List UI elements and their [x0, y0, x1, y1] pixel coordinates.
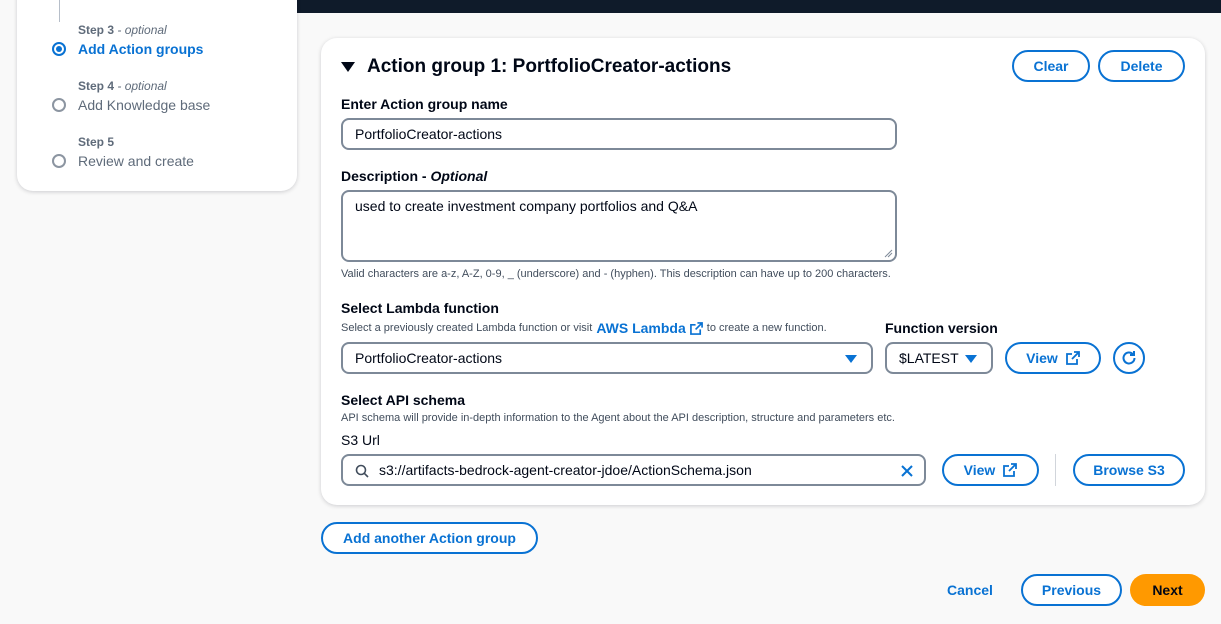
clear-button[interactable]: Clear — [1012, 50, 1090, 82]
lambda-hint: Select a previously created Lambda funct… — [341, 320, 827, 336]
delete-button[interactable]: Delete — [1098, 50, 1185, 82]
lambda-hint-suffix: to create a new function. — [706, 322, 827, 334]
api-schema-label: Select API schema — [341, 392, 465, 408]
view-lambda-label: View — [1026, 350, 1058, 366]
lambda-function-label: Select Lambda function — [341, 300, 499, 316]
function-version-select[interactable]: $LATEST — [885, 342, 993, 374]
clear-input-icon[interactable] — [900, 464, 914, 478]
step-5[interactable]: Step 5 Review and create — [78, 135, 194, 169]
top-navigation-bar — [296, 0, 1221, 13]
step-4-title[interactable]: Add Knowledge base — [78, 97, 210, 113]
step-5-indicator-icon — [52, 154, 66, 168]
caret-down-icon[interactable] — [341, 62, 355, 72]
step-4-label: Step 4 - optional — [78, 79, 167, 93]
refresh-icon — [1122, 351, 1136, 365]
function-version-label: Function version — [885, 320, 998, 336]
refresh-button[interactable] — [1113, 342, 1145, 374]
description-hint: Valid characters are a-z, A-Z, 0-9, _ (u… — [341, 268, 891, 280]
view-lambda-button[interactable]: View — [1005, 342, 1101, 374]
caret-down-icon — [965, 355, 977, 363]
external-link-icon — [1003, 463, 1018, 477]
description-label: Description - Optional — [341, 168, 488, 184]
step-3-title[interactable]: Add Action groups — [78, 41, 203, 57]
browse-s3-button[interactable]: Browse S3 — [1073, 454, 1185, 486]
add-another-action-group-button[interactable]: Add another Action group — [321, 522, 538, 554]
action-group-header[interactable]: Action group 1: PortfolioCreator-actions — [341, 56, 731, 78]
lambda-hint-prefix: Select a previously created Lambda funct… — [341, 322, 593, 334]
wizard-steps-panel: Step 3 - optional Add Action groups Step… — [17, 0, 297, 191]
action-group-card: Action group 1: PortfolioCreator-actions… — [321, 38, 1205, 505]
step-4-indicator-icon — [52, 98, 66, 112]
aws-lambda-link[interactable]: AWS Lambda — [596, 320, 685, 336]
previous-button[interactable]: Previous — [1021, 574, 1122, 606]
cancel-button[interactable]: Cancel — [947, 582, 993, 598]
lambda-function-value: PortfolioCreator-actions — [355, 350, 503, 366]
action-group-name-label: Enter Action group name — [341, 96, 508, 112]
action-group-title: Action group 1: PortfolioCreator-actions — [367, 56, 732, 77]
s3-url-label: S3 Url — [341, 432, 380, 448]
external-link-icon[interactable] — [689, 321, 703, 335]
search-icon — [355, 464, 369, 478]
step-4[interactable]: Step 4 - optional Add Knowledge base — [78, 79, 210, 113]
action-group-name-input[interactable]: PortfolioCreator-actions — [341, 118, 897, 150]
lambda-function-select[interactable]: PortfolioCreator-actions — [341, 342, 873, 374]
resize-grip-icon[interactable] — [883, 248, 893, 258]
step-5-label: Step 5 — [78, 135, 115, 149]
step-3-indicator-icon — [52, 42, 66, 56]
step-3[interactable]: Step 3 - optional Add Action groups — [78, 23, 203, 57]
divider — [1055, 454, 1056, 486]
description-value: used to create investment company portfo… — [355, 198, 698, 214]
function-version-value: $LATEST — [899, 350, 959, 366]
api-schema-hint: API schema will provide in-depth informa… — [341, 412, 895, 424]
s3-url-value: s3://artifacts-bedrock-agent-creator-jdo… — [379, 462, 752, 478]
caret-down-icon — [845, 355, 857, 363]
step-5-title[interactable]: Review and create — [78, 153, 194, 169]
view-s3-button[interactable]: View — [942, 454, 1039, 486]
external-link-icon — [1065, 351, 1080, 365]
step-3-label: Step 3 - optional — [78, 23, 167, 37]
step-connector — [59, 0, 60, 22]
view-s3-label: View — [963, 462, 996, 478]
next-button[interactable]: Next — [1130, 574, 1205, 606]
description-textarea[interactable]: used to create investment company portfo… — [341, 190, 897, 262]
s3-url-input[interactable]: s3://artifacts-bedrock-agent-creator-jdo… — [341, 454, 926, 486]
